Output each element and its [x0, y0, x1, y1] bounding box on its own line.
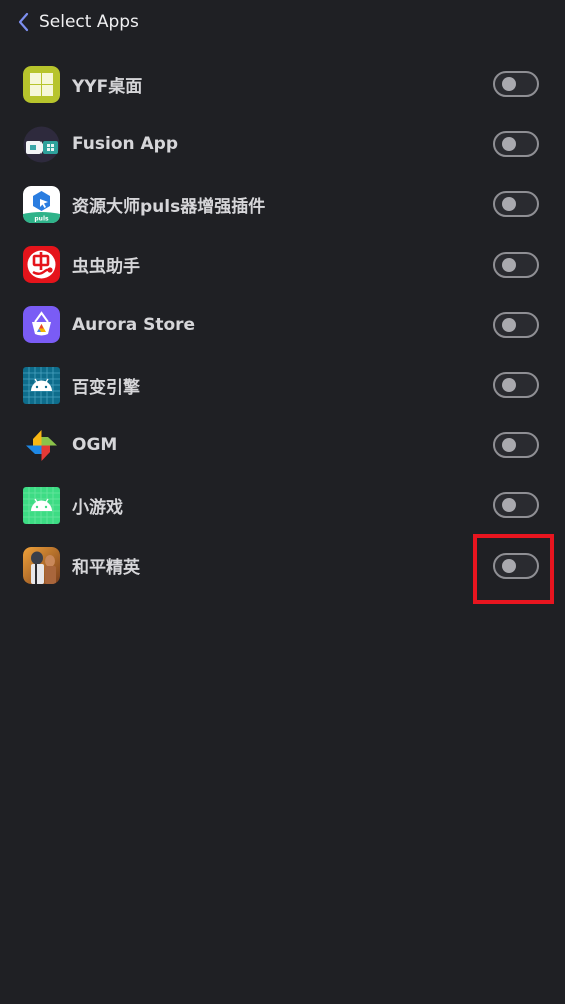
- app-toggle[interactable]: [493, 311, 539, 338]
- app-row[interactable]: puls 资源大师puls器增强插件: [0, 174, 565, 234]
- toggle-knob: [502, 558, 516, 573]
- toggle-knob: [502, 197, 516, 212]
- app-name: 小游戏: [72, 497, 123, 518]
- chongchong-helper-icon: [23, 246, 60, 284]
- app-toggle[interactable]: [493, 492, 539, 519]
- app-name: 虫虫助手: [72, 257, 140, 278]
- svg-text:puls: puls: [34, 215, 49, 222]
- chevron-left-icon: [18, 12, 29, 32]
- toggle-knob: [502, 137, 516, 152]
- app-toggle[interactable]: [493, 432, 539, 459]
- toggle-knob: [502, 438, 516, 453]
- toggle-knob: [502, 77, 516, 92]
- aurora-store-icon: [23, 306, 60, 344]
- app-name: 百变引擎: [72, 377, 140, 398]
- app-name: 和平精英: [72, 558, 140, 579]
- android-grid-green-icon: [23, 486, 60, 524]
- app-list: YYF桌面 Fusion App puls 资源大师puls器增强插件 虫虫助手…: [0, 54, 565, 596]
- yyf-launcher-icon: [23, 65, 60, 103]
- app-row[interactable]: 百变引擎: [0, 355, 565, 415]
- toggle-knob: [502, 317, 516, 332]
- app-toggle[interactable]: [493, 552, 539, 579]
- pinwheel-icon: [23, 427, 60, 464]
- app-row[interactable]: 虫虫助手: [0, 235, 565, 295]
- app-toggle[interactable]: [493, 131, 539, 158]
- app-row[interactable]: OGM: [0, 415, 565, 475]
- game-for-peace-icon: [23, 547, 60, 585]
- app-row[interactable]: Aurora Store: [0, 295, 565, 355]
- app-name: Fusion App: [72, 134, 179, 155]
- page-title: Select Apps: [39, 12, 139, 32]
- back-button[interactable]: [16, 11, 34, 33]
- top-bar: Select Apps: [0, 0, 565, 44]
- app-row[interactable]: 小游戏: [0, 475, 565, 535]
- toggle-knob: [502, 257, 516, 272]
- app-row[interactable]: 和平精英: [0, 536, 565, 596]
- app-toggle[interactable]: [493, 191, 539, 218]
- app-toggle[interactable]: [493, 71, 539, 98]
- app-row[interactable]: Fusion App: [0, 114, 565, 174]
- toggle-knob: [502, 498, 516, 513]
- app-name: Aurora Store: [72, 314, 196, 335]
- android-grid-blue-icon: [23, 366, 60, 404]
- app-toggle[interactable]: [493, 251, 539, 278]
- app-row[interactable]: YYF桌面: [0, 54, 565, 114]
- app-name: YYF桌面: [72, 76, 143, 97]
- resource-master-plugin-icon: puls: [23, 185, 60, 223]
- app-name: 资源大师puls器增强插件: [72, 196, 266, 217]
- toggle-knob: [502, 378, 516, 393]
- app-toggle[interactable]: [493, 372, 539, 399]
- app-name: OGM: [72, 435, 118, 456]
- fusion-app-icon: [23, 126, 60, 163]
